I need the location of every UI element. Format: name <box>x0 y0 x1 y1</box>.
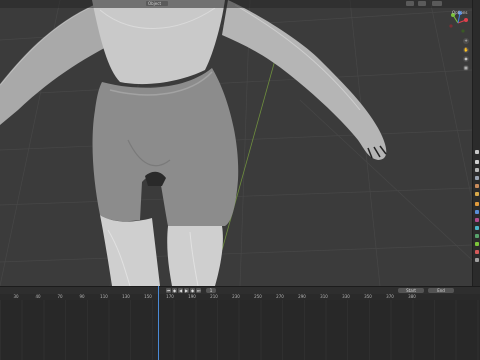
constraints-icon[interactable] <box>475 234 479 238</box>
start-frame-field[interactable]: Start <box>398 288 424 293</box>
particles-icon[interactable] <box>475 218 479 222</box>
world-icon[interactable] <box>475 192 479 196</box>
render-icon[interactable] <box>475 160 479 164</box>
modifier-wrench-icon[interactable] <box>475 210 479 214</box>
viewport-shading-button[interactable] <box>432 1 442 6</box>
jump-start-icon[interactable]: ⏮ <box>166 288 171 293</box>
viewport-header: Object <box>0 0 472 8</box>
play-icon[interactable]: ▶ <box>184 288 189 293</box>
physics-icon[interactable] <box>475 226 479 230</box>
grid-icon[interactable]: ▦ <box>463 65 469 71</box>
data-icon[interactable] <box>475 242 479 246</box>
jump-end-icon[interactable]: ⏭ <box>196 288 201 293</box>
pan-hand-icon[interactable]: ✋ <box>463 47 469 53</box>
3d-viewport[interactable]: Object + ✋ ◉ ▦ Options <box>0 0 472 286</box>
zoom-icon[interactable]: + <box>463 38 469 44</box>
prev-keyframe-icon[interactable]: ◆ <box>172 288 177 293</box>
viewport-scene <box>0 0 472 286</box>
playhead[interactable] <box>158 286 159 360</box>
next-keyframe-icon[interactable]: ◆ <box>190 288 195 293</box>
timeline-area[interactable] <box>0 300 480 360</box>
overlay-button[interactable] <box>418 1 426 6</box>
end-frame-field[interactable]: End <box>428 288 454 293</box>
play-reverse-icon[interactable]: ◀ <box>178 288 183 293</box>
shading-button[interactable] <box>406 1 414 6</box>
current-frame-field[interactable]: 1 <box>206 288 216 293</box>
camera-icon[interactable]: ◉ <box>463 56 469 62</box>
mode-label: Object <box>148 1 162 6</box>
texture-icon[interactable] <box>475 258 479 262</box>
tool-icon[interactable] <box>475 150 479 154</box>
options-dropdown[interactable]: Options <box>452 10 467 15</box>
scene-icon[interactable] <box>475 184 479 188</box>
object-icon[interactable] <box>475 202 479 206</box>
properties-tab-strip <box>472 0 480 286</box>
material-icon[interactable] <box>475 250 479 254</box>
output-icon[interactable] <box>475 168 479 172</box>
view-layer-icon[interactable] <box>475 176 479 180</box>
